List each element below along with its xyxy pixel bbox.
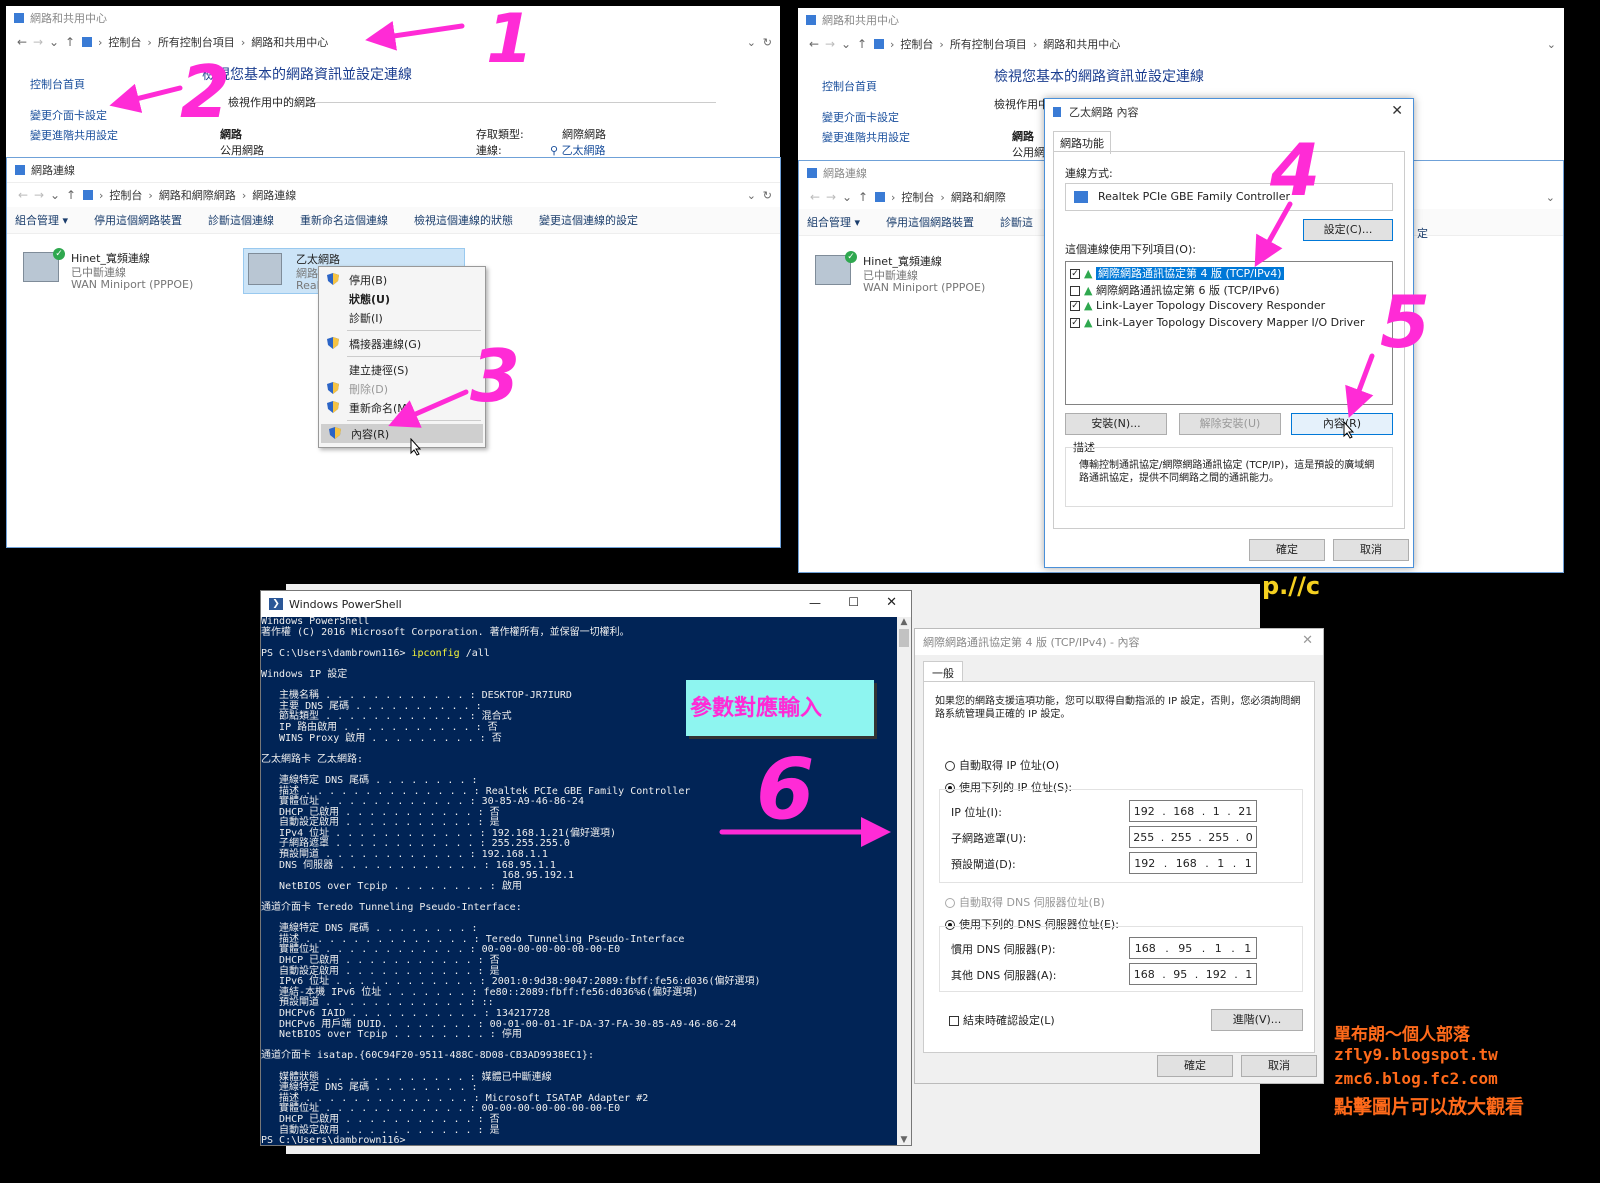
arrow-step-2 (109, 83, 183, 113)
annotation-arrows (109, 20, 1375, 847)
arrow-step-4 (1254, 201, 1293, 268)
arrow-step-3 (388, 389, 469, 428)
arrow-step-1 (365, 20, 465, 51)
arrow-step-5 (1345, 353, 1375, 419)
